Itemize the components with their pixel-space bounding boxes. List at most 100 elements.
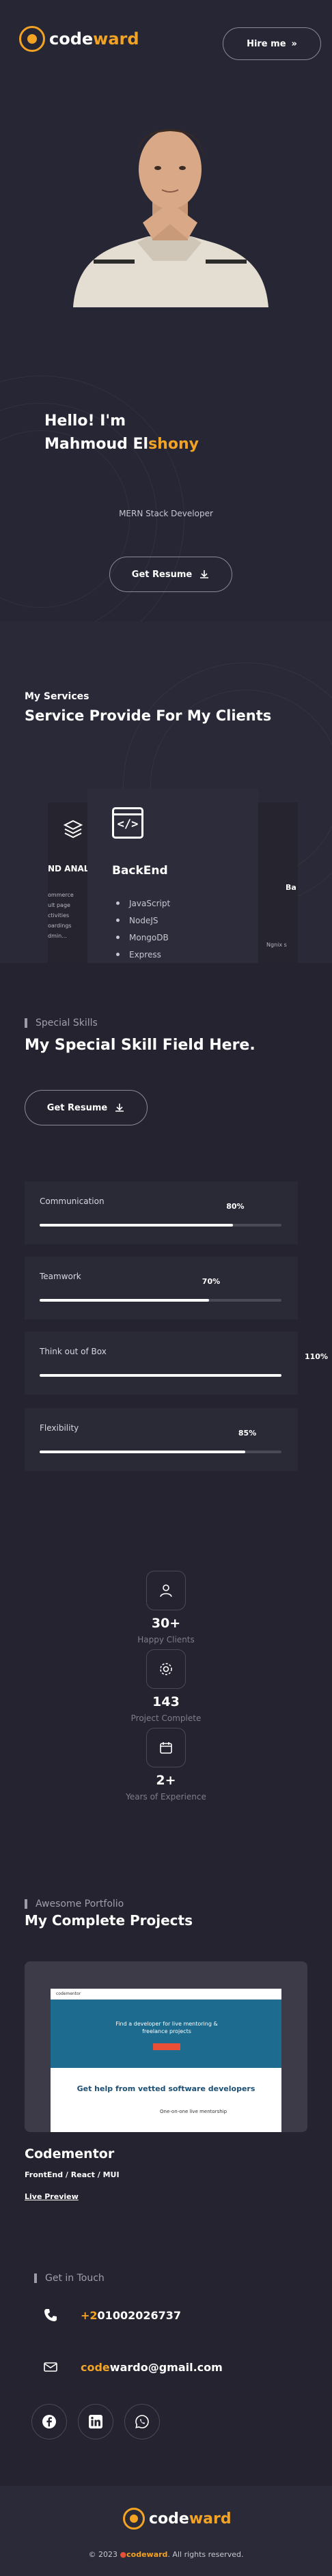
hero-name: Mahmoud Elshony	[44, 433, 199, 456]
skills-resume-button[interactable]: Get Resume	[25, 1090, 148, 1125]
service-card-title: BackEnd	[112, 864, 168, 878]
phone-number: 01002026737	[97, 2308, 182, 2322]
project-stack: FrontEnd / React / MUI	[25, 2170, 120, 2179]
copyright-brand-code: code	[126, 2550, 147, 2559]
hero-role: MERN Stack Developer	[119, 509, 213, 518]
skill-card: Teamwork 70%	[25, 1257, 298, 1319]
screenshot-heading: Get help from vetted software developers	[77, 2084, 255, 2093]
skill-card: Think out of Box 110%	[25, 1332, 328, 1395]
list-item-label: MongoDB	[129, 932, 169, 942]
stat-number: 143	[152, 1694, 180, 1709]
next-card-title: Ba	[286, 883, 296, 892]
skills-tag-label: Special Skills	[36, 1018, 98, 1028]
list-item-label: Express	[129, 949, 161, 960]
list-item-label: NodeJS	[129, 915, 158, 925]
next-card-foot: Ngnix s	[266, 942, 287, 948]
download-icon	[115, 1104, 124, 1112]
tag-bar	[25, 1018, 27, 1028]
list-item: Express	[116, 946, 170, 963]
calendar-icon	[146, 1728, 186, 1767]
skill-label: Teamwork	[40, 1272, 81, 1281]
facebook-icon[interactable]	[31, 2404, 67, 2439]
screenshot-nav: codementor	[51, 1989, 281, 2000]
screenshot-hero-text: Find a developer for live mentoring & fr…	[115, 2021, 218, 2034]
prev-card-list: ommerce ult page ctivities oardings dmin…	[48, 890, 74, 941]
tag-bar	[34, 2273, 37, 2283]
copyright-brand-ward: ward	[146, 2550, 168, 2559]
hire-me-label: Hire me	[247, 38, 286, 49]
skill-track	[40, 1299, 281, 1302]
portfolio-tag: Awesome Portfolio	[25, 1899, 124, 1909]
stat-label: Happy Clients	[137, 1635, 195, 1644]
name-accent: shony	[148, 436, 199, 453]
service-card-prev[interactable]: ND ANAL ommerce ult page ctivities oardi…	[48, 802, 87, 963]
stat-label: Project Complete	[130, 1713, 202, 1723]
resume-label: Get Resume	[131, 569, 193, 580]
skill-percent: 85%	[238, 1429, 257, 1438]
services-title: Service Provide For My Clients	[25, 708, 272, 724]
logo-mark-icon	[19, 26, 45, 52]
profile-photo	[73, 129, 268, 307]
greeting-line: Hello! I'm	[44, 412, 126, 430]
copyright-year: © 2023	[88, 2550, 118, 2559]
code-window-icon: </>	[112, 807, 143, 839]
contact-tag-label: Get in Touch	[45, 2273, 105, 2284]
logo[interactable]: codeward	[19, 26, 139, 52]
hire-me-button[interactable]: Hire me »	[223, 27, 321, 60]
portfolio-title: My Complete Projects	[25, 1912, 193, 1929]
site-footer	[0, 2486, 332, 2576]
footer-logo-code: code	[149, 2510, 189, 2528]
phone-icon	[34, 2299, 67, 2332]
skills-title: My Special Skill Field Here.	[25, 1037, 255, 1054]
code-symbol: </>	[117, 817, 139, 831]
chevrons-right-icon: »	[291, 38, 297, 49]
project-screenshot[interactable]: codementor Find a developer for live men…	[51, 1989, 281, 2132]
live-preview-link[interactable]: Live Preview	[25, 2192, 79, 2201]
linkedin-icon[interactable]	[78, 2404, 113, 2439]
whatsapp-icon[interactable]	[124, 2404, 160, 2439]
brand-mark-icon: ●	[120, 2550, 127, 2559]
skill-label: Communication	[40, 1196, 105, 1206]
skill-card: Communication 80%	[25, 1181, 298, 1244]
email-address: wardo@gmail.com	[109, 2360, 223, 2374]
name-plain: Mahmoud El	[44, 436, 149, 453]
skills-resume-label: Get Resume	[46, 1102, 108, 1113]
gear-icon	[146, 1649, 186, 1689]
list-item: NodeJS	[116, 912, 170, 929]
skill-fill	[40, 1224, 234, 1227]
service-card-next[interactable]: Ba Ngnix s	[258, 802, 298, 963]
skill-percent: 80%	[226, 1202, 245, 1211]
stat-number: 30+	[151, 1616, 181, 1631]
logo-ward: ward	[93, 29, 139, 48]
prev-card-item: oardings	[48, 923, 72, 929]
skill-track	[40, 1374, 281, 1377]
skill-card: Flexibility 85%	[25, 1408, 298, 1471]
user-icon	[146, 1571, 186, 1610]
get-resume-button[interactable]: Get Resume	[109, 557, 232, 592]
screenshot-hero: Find a developer for live mentoring & fr…	[51, 2000, 281, 2068]
stat-number: 2+	[156, 1773, 176, 1788]
skill-track	[40, 1224, 281, 1227]
service-card-list: JavaScript NodeJS MongoDB Express	[116, 895, 170, 963]
stat-label: Years of Experience	[126, 1792, 206, 1802]
stat-years: 2+ Years of Experience	[0, 1728, 332, 1802]
logo-code: code	[49, 29, 94, 48]
contact-phone[interactable]: +201002026737	[34, 2299, 181, 2332]
mail-icon	[34, 2351, 67, 2383]
prev-card-item: ctivities	[48, 912, 70, 919]
project-name: Codementor	[25, 2146, 115, 2161]
list-item-label: JavaScript	[129, 898, 171, 908]
footer-logo[interactable]: codeward	[123, 2508, 232, 2530]
prev-card-item: ult page	[48, 902, 70, 908]
screenshot-hero-button	[153, 2043, 180, 2050]
contact-email[interactable]: codewardo@gmail.com	[34, 2351, 223, 2383]
tag-bar	[25, 1899, 27, 1909]
copyright-text: . All rights reserved.	[167, 2550, 244, 2559]
services-pretitle: My Services	[25, 691, 89, 702]
footer-logo-ward: ward	[189, 2510, 232, 2528]
skill-track	[40, 1451, 281, 1453]
list-item: JavaScript	[116, 895, 170, 912]
skill-fill	[40, 1374, 281, 1377]
screenshot-card-text: One-on-one live mentorship	[160, 2109, 227, 2114]
skill-fill	[40, 1451, 245, 1453]
